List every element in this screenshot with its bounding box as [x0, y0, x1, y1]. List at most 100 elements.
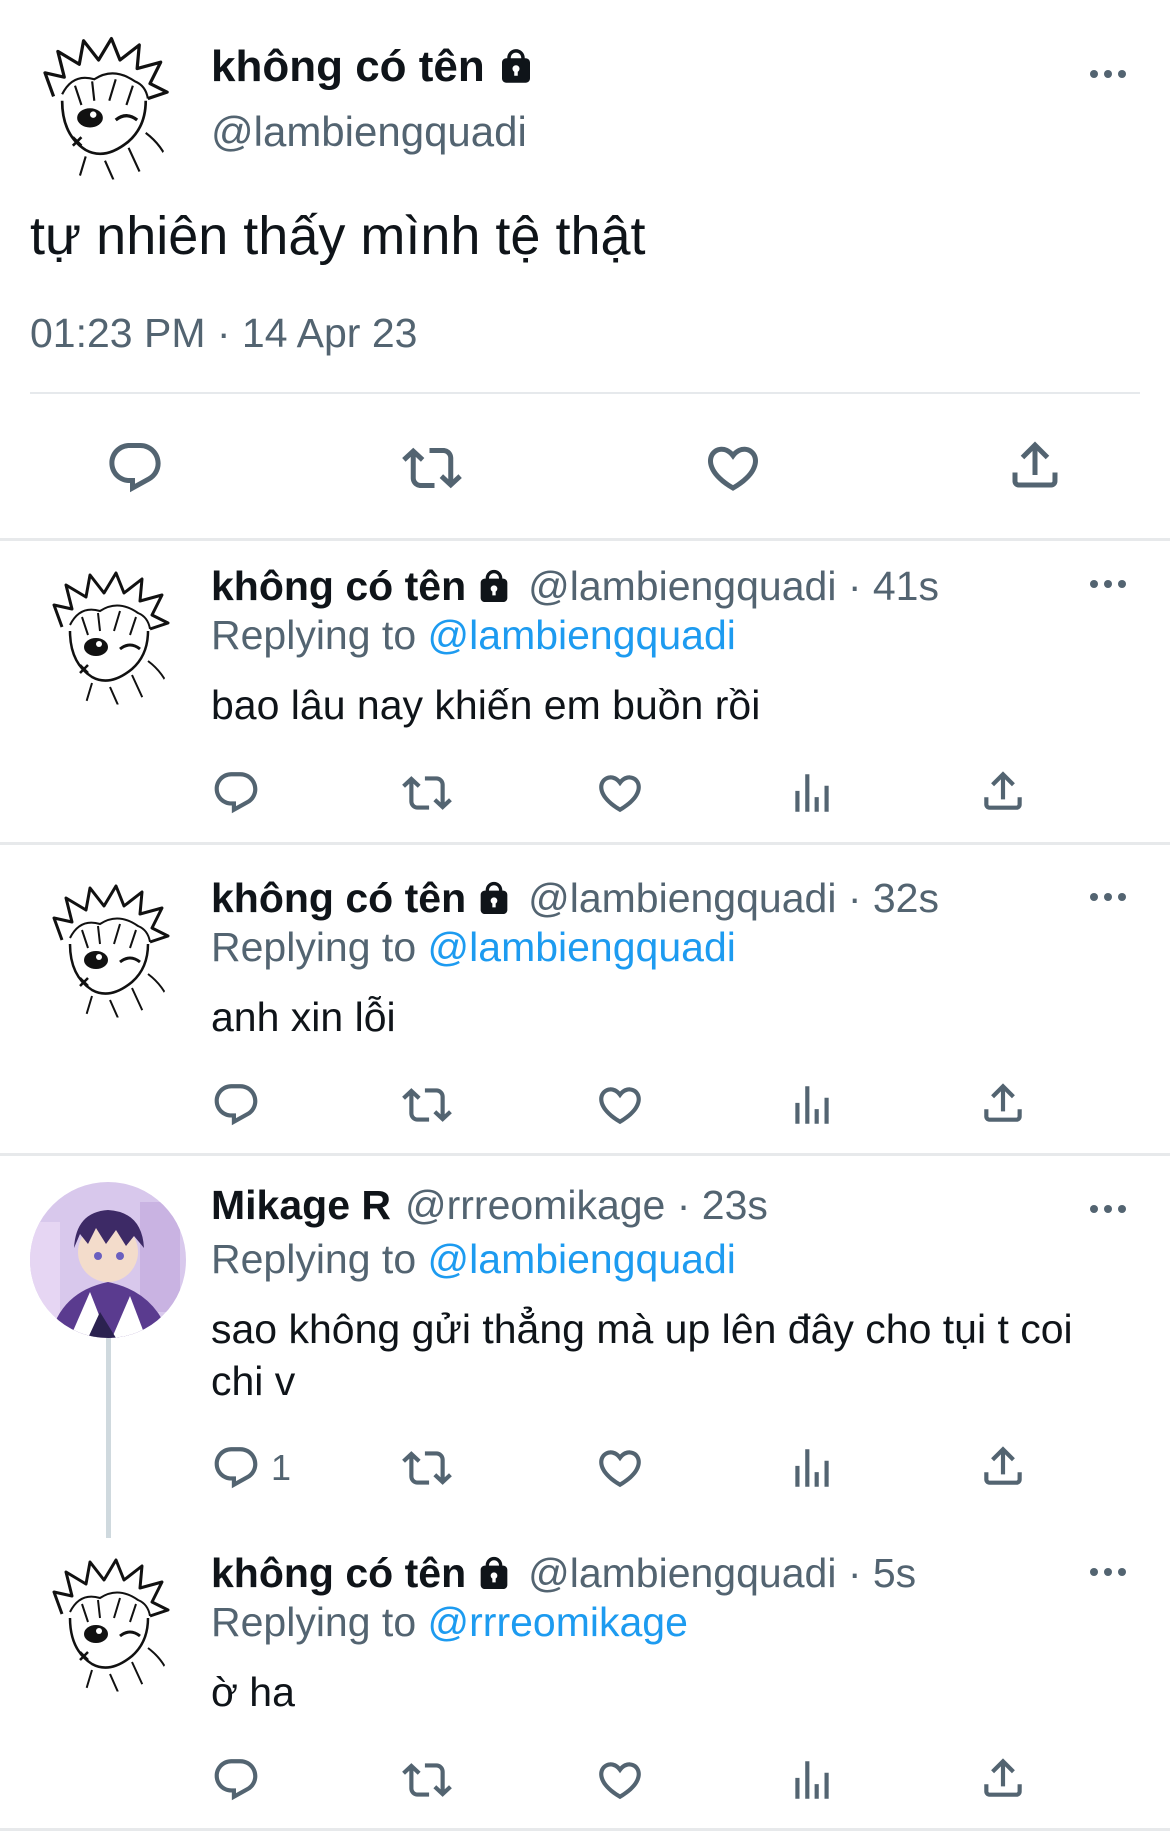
- share-button[interactable]: [978, 766, 1028, 816]
- author-avatar[interactable]: [30, 30, 180, 180]
- share-icon: [978, 1078, 1028, 1128]
- replying-to-link[interactable]: @lambiengquadi: [428, 1236, 736, 1282]
- reply-text: anh xin lỗi: [211, 994, 396, 1040]
- views-icon: [787, 1443, 837, 1493]
- replying-prefix: Replying to: [211, 924, 417, 970]
- reply-icon: [211, 1755, 261, 1805]
- retweet-icon: [402, 1755, 452, 1805]
- tweet-text: tự nhiên thấy mình tệ thật: [30, 206, 646, 266]
- reply-handle-time[interactable]: @lambiengquadi · 5s: [528, 1550, 916, 1597]
- views-button[interactable]: [787, 768, 837, 818]
- views-button[interactable]: [787, 1755, 837, 1805]
- display-name: không có tên: [211, 875, 467, 921]
- more-options-button[interactable]: [1090, 893, 1134, 905]
- reply-text: sao không gửi thẳng mà up lên đây cho tụ…: [211, 1306, 1073, 1404]
- reply-header: Mikage R @rrreomikage · 23s: [211, 1182, 768, 1229]
- reply-text: bao lâu nay khiến em buồn rồi: [211, 682, 761, 728]
- display-name: không có tên: [211, 563, 467, 609]
- share-button[interactable]: [978, 1753, 1028, 1803]
- retweet-button[interactable]: [402, 1080, 452, 1130]
- retweet-button[interactable]: [402, 438, 462, 498]
- retweet-button[interactable]: [402, 768, 452, 818]
- replying-to: Replying to @lambiengquadi: [211, 612, 736, 659]
- reply-avatar[interactable]: [40, 1552, 180, 1692]
- reply-header: không có tên @lambiengquadi · 5s: [211, 1550, 916, 1597]
- share-button[interactable]: [978, 1441, 1028, 1491]
- tweet-timestamp[interactable]: 01:23 PM · 14 Apr 23: [30, 310, 417, 357]
- share-icon: [1005, 435, 1065, 495]
- like-icon: [595, 1443, 645, 1493]
- reply-header: không có tên @lambiengquadi · 32s: [211, 875, 939, 922]
- like-icon: [595, 1755, 645, 1805]
- retweet-button[interactable]: [402, 1755, 452, 1805]
- views-icon: [787, 1755, 837, 1805]
- reply-avatar[interactable]: [30, 1182, 186, 1338]
- author-name[interactable]: không có tên: [211, 42, 537, 92]
- reply-count: 1: [271, 1447, 292, 1488]
- more-options-button[interactable]: [1090, 1205, 1134, 1217]
- reply-text: ờ ha: [211, 1669, 295, 1715]
- share-button[interactable]: [1005, 435, 1065, 495]
- reply-author-name[interactable]: không có tên: [211, 875, 514, 922]
- reply-button[interactable]: [211, 768, 261, 818]
- like-button[interactable]: [595, 1080, 645, 1130]
- reply-handle-time[interactable]: @lambiengquadi · 32s: [528, 875, 939, 922]
- reply-icon: [211, 1080, 261, 1130]
- views-button[interactable]: [787, 1443, 837, 1493]
- replying-prefix: Replying to: [211, 612, 417, 658]
- reply-button[interactable]: [211, 1755, 261, 1805]
- share-icon: [978, 1441, 1028, 1491]
- divider: [0, 1828, 1170, 1831]
- divider: [0, 842, 1170, 845]
- replying-to: Replying to @lambiengquadi: [211, 924, 736, 971]
- divider: [0, 538, 1170, 541]
- retweet-button[interactable]: [402, 1443, 452, 1493]
- views-button[interactable]: [787, 1080, 837, 1130]
- reply-author-name[interactable]: không có tên: [211, 563, 514, 610]
- divider: [30, 392, 1140, 394]
- lock-icon: [474, 879, 514, 919]
- views-icon: [787, 1080, 837, 1130]
- reply-icon: [211, 768, 261, 818]
- replying-to-link[interactable]: @rrreomikage: [428, 1599, 688, 1645]
- display-name: không có tên: [211, 42, 485, 91]
- like-icon: [595, 768, 645, 818]
- reply-handle-time[interactable]: @lambiengquadi · 41s: [528, 563, 939, 610]
- reply-avatar[interactable]: [40, 565, 180, 705]
- lock-icon: [495, 46, 537, 88]
- reply-avatar[interactable]: [40, 878, 180, 1018]
- lock-icon: [474, 567, 514, 607]
- display-name: Mikage R: [211, 1182, 391, 1228]
- more-options-button[interactable]: [1090, 70, 1134, 82]
- reply-icon: [211, 1443, 261, 1493]
- retweet-icon: [402, 1080, 452, 1130]
- like-button[interactable]: [595, 1755, 645, 1805]
- replying-to-link[interactable]: @lambiengquadi: [428, 612, 736, 658]
- replying-prefix: Replying to: [211, 1599, 417, 1645]
- share-icon: [978, 1753, 1028, 1803]
- views-icon: [787, 768, 837, 818]
- like-button[interactable]: [703, 438, 763, 498]
- like-icon: [703, 438, 763, 498]
- share-button[interactable]: [978, 1078, 1028, 1128]
- reply-header: không có tên @lambiengquadi · 41s: [211, 563, 939, 610]
- divider: [0, 1153, 1170, 1156]
- reply-author-name[interactable]: Mikage R: [211, 1182, 391, 1229]
- more-options-button[interactable]: [1090, 1568, 1134, 1580]
- reply-button[interactable]: [105, 438, 165, 498]
- replying-to: Replying to @lambiengquadi: [211, 1236, 736, 1283]
- reply-handle-time[interactable]: @rrreomikage · 23s: [405, 1182, 768, 1229]
- more-options-button[interactable]: [1090, 580, 1134, 592]
- replying-to-link[interactable]: @lambiengquadi: [428, 924, 736, 970]
- reply-button[interactable]: [211, 1080, 261, 1130]
- replying-prefix: Replying to: [211, 1236, 417, 1282]
- like-button[interactable]: [595, 1443, 645, 1493]
- reply-button[interactable]: 1: [211, 1443, 291, 1493]
- retweet-icon: [402, 438, 462, 498]
- retweet-icon: [402, 1443, 452, 1493]
- lock-icon: [474, 1554, 514, 1594]
- like-icon: [595, 1080, 645, 1130]
- reply-author-name[interactable]: không có tên: [211, 1550, 514, 1597]
- like-button[interactable]: [595, 768, 645, 818]
- author-handle[interactable]: @lambiengquadi: [211, 108, 527, 156]
